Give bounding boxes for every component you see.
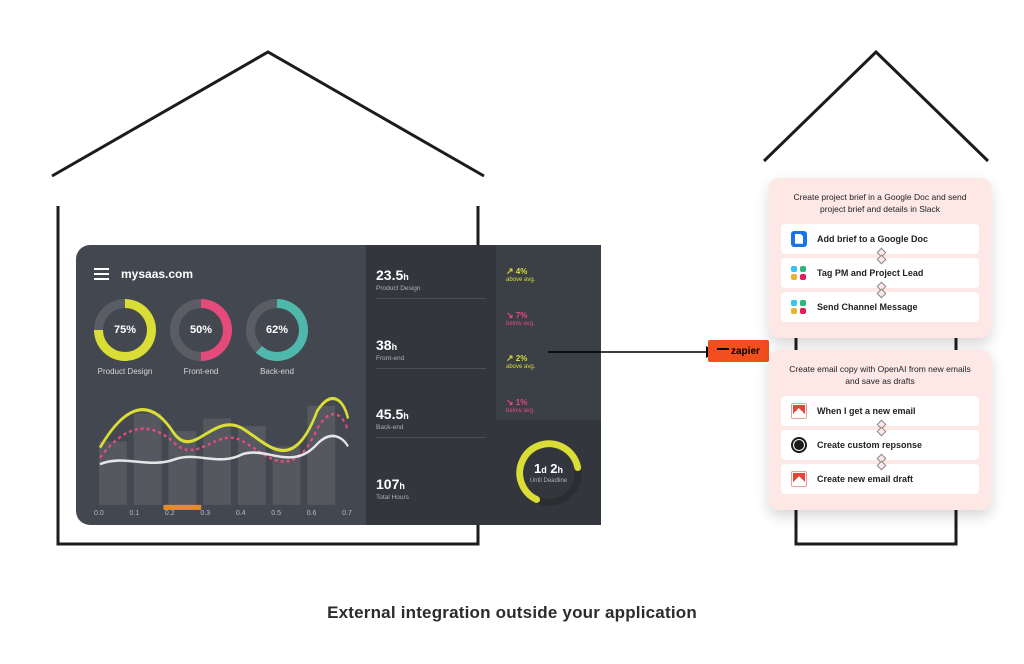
donut-row: 75% Product Design 50% Front-end 62% Back-end [94, 299, 352, 376]
stat-row: 23.5h Product Design [376, 263, 486, 299]
trend-pct: ↗ 4% [506, 267, 527, 276]
x-tick: 0.0 [94, 510, 104, 517]
trend-item: ↘ 7%below avg. [506, 311, 595, 327]
donut-label: Product Design [98, 367, 153, 376]
workflow-step-label: Tag PM and Project Lead [817, 268, 923, 278]
trend-deadline-column: ↗ 4%above avg.↘ 7%below avg.↗ 2%above av… [496, 245, 601, 525]
workflow-connector-icon [880, 425, 881, 431]
stat-value: 45.5h [376, 406, 486, 422]
stat-caption: Total Hours [376, 494, 486, 501]
stat-row: 107h Total Hours [376, 472, 486, 507]
donut-label: Front-end [184, 367, 219, 376]
x-tick: 0.7 [342, 510, 352, 517]
trend-sub: above avg. [506, 277, 535, 283]
x-tick: 0.1 [129, 510, 139, 517]
slack-icon [791, 299, 807, 315]
donut-percent: 62% [246, 299, 308, 361]
x-tick: 0.2 [165, 510, 175, 517]
slack-icon [791, 265, 807, 281]
diagram-caption: External integration outside your applic… [0, 603, 1024, 623]
workflow-step-label: Add brief to a Google Doc [817, 234, 928, 244]
site-name: mysaas.com [121, 267, 193, 281]
workflow-step-label: Send Channel Message [817, 302, 918, 312]
openai-icon [791, 437, 807, 453]
trend-item: ↘ 1%below avg. [506, 398, 595, 414]
donut-label: Back-end [260, 367, 294, 376]
trend-arrow-icon: ↗ [506, 266, 514, 276]
workflow-card: Create email copy with OpenAI from new e… [769, 350, 991, 510]
x-tick: 0.4 [236, 510, 246, 517]
area-chart: 0.0 0.1 0.2 0.3 0.4 0.5 0.6 0.7 [94, 388, 352, 515]
donut-front-end: 50% Front-end [170, 299, 232, 376]
x-axis-ticks: 0.0 0.1 0.2 0.3 0.4 0.5 0.6 0.7 [94, 510, 352, 517]
trend-column: ↗ 4%above avg.↘ 7%below avg.↗ 2%above av… [502, 255, 595, 414]
stat-value: 107h [376, 476, 486, 492]
donut-product-design: 75% Product Design [94, 299, 156, 376]
google-doc-icon [791, 231, 807, 247]
trend-pct: ↘ 1% [506, 398, 527, 407]
stat-value: 23.5h [376, 267, 486, 283]
countdown-tile: 1d 2h Until Deadline [496, 420, 601, 525]
x-tick: 0.5 [271, 510, 281, 517]
zapier-badge: zapier [708, 340, 769, 362]
workflow-connector-icon [880, 253, 881, 259]
trend-sub: below avg. [506, 408, 535, 414]
workflow-card: Create project brief in a Google Doc and… [769, 178, 991, 338]
stat-caption: Product Design [376, 285, 486, 292]
workflow-connector-icon [880, 287, 881, 293]
stat-value: 38h [376, 337, 486, 353]
trend-pct: ↗ 2% [506, 354, 527, 363]
workflow-step-label: Create custom repsonse [817, 440, 922, 450]
trend-sub: below avg. [506, 321, 535, 327]
trend-item: ↗ 4%above avg. [506, 267, 595, 283]
dashboard-main-column: mysaas.com 75% Product Design 50% Front-end… [76, 245, 366, 525]
area-chart-svg [94, 388, 352, 515]
stat-row: 45.5h Back-end [376, 402, 486, 438]
workflow-title: Create project brief in a Google Doc and… [781, 192, 979, 224]
donut-back-end: 62% Back-end [246, 299, 308, 376]
x-tick: 0.6 [307, 510, 317, 517]
trend-arrow-icon: ↗ [506, 353, 514, 363]
gmail-icon [791, 471, 807, 487]
workflow-step-label: Create new email draft [817, 474, 913, 484]
workflow-stack: Create project brief in a Google Doc and… [769, 178, 991, 510]
x-tick: 0.3 [200, 510, 210, 517]
saas-dashboard: mysaas.com 75% Product Design 50% Front-end… [76, 245, 601, 525]
trend-sub: above avg. [506, 364, 535, 370]
donut-percent: 75% [94, 299, 156, 361]
connector-arrow [548, 351, 716, 353]
workflow-title: Create email copy with OpenAI from new e… [781, 364, 979, 396]
menu-icon[interactable] [94, 268, 109, 280]
gmail-icon [791, 403, 807, 419]
stat-caption: Front-end [376, 355, 486, 362]
donut-percent: 50% [170, 299, 232, 361]
stat-caption: Back-end [376, 424, 486, 431]
countdown-arc-icon [510, 434, 588, 512]
stats-column: 23.5h Product Design 38h Front-end 45.5h Back… [366, 245, 496, 525]
workflow-step-label: When I get a new email [817, 406, 916, 416]
trend-arrow-icon: ↘ [506, 397, 514, 407]
workflow-connector-icon [880, 459, 881, 465]
trend-pct: ↘ 7% [506, 311, 527, 320]
stat-row: 38h Front-end [376, 333, 486, 369]
trend-arrow-icon: ↘ [506, 310, 514, 320]
